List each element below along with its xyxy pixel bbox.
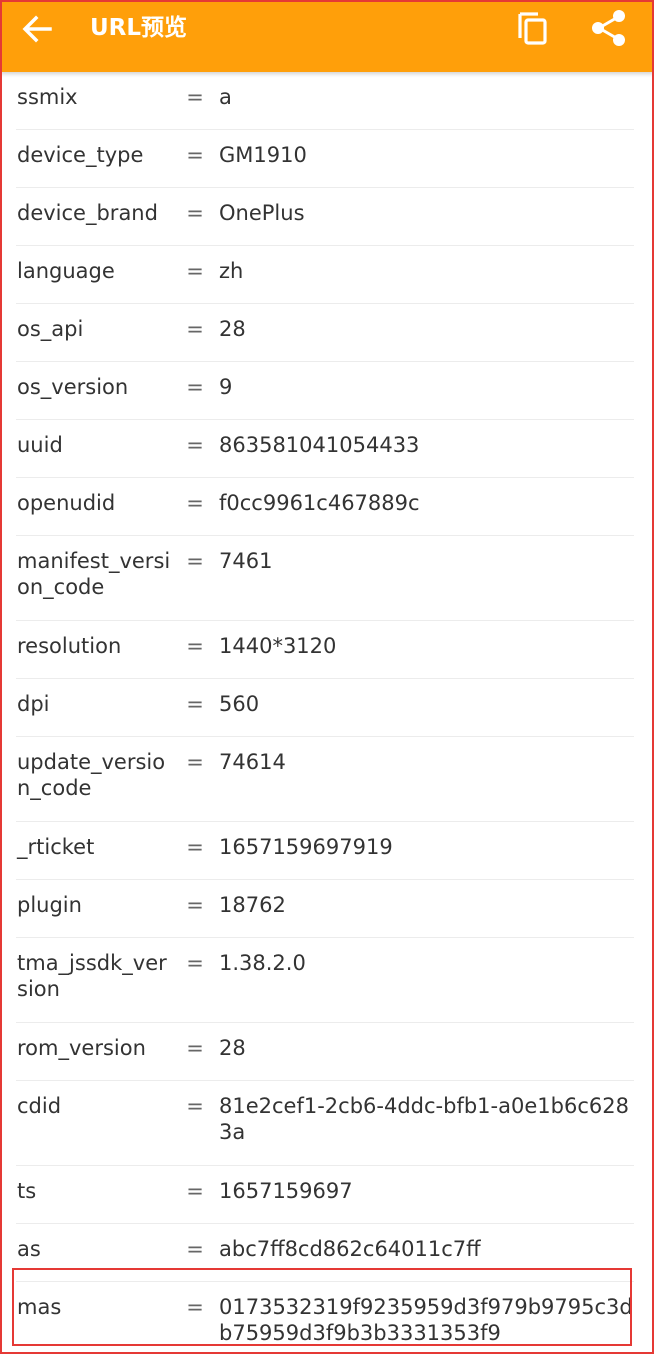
param-row-manifest-version-code[interactable]: manifest_version_code = 7461 <box>16 536 634 621</box>
param-key: _rticket <box>17 835 95 859</box>
param-row-os-api[interactable]: os_api = 28 <box>16 304 634 362</box>
param-value: 1440*3120 <box>219 634 337 658</box>
param-row-update-version-code[interactable]: update_version_code = 74614 <box>16 737 634 822</box>
equals-sign: = <box>186 1179 204 1203</box>
equals-sign: = <box>186 893 204 917</box>
equals-sign: = <box>186 201 204 225</box>
param-key: plugin <box>17 893 82 917</box>
equals-sign: = <box>186 259 204 283</box>
param-row-device-type[interactable]: device_type = GM1910 <box>16 130 634 188</box>
share-icon[interactable] <box>588 6 630 48</box>
param-row-tma-jssdk-version[interactable]: tma_jssdk_version = 1.38.2.0 <box>16 938 634 1023</box>
param-value: a <box>219 85 232 109</box>
param-key: openudid <box>17 491 116 515</box>
param-value: abc7ff8cd862c64011c7ff <box>219 1237 481 1261</box>
param-value: 1657159697919 <box>219 835 393 859</box>
equals-sign: = <box>186 1036 204 1060</box>
param-value: 560 <box>219 692 260 716</box>
param-row-rom-version[interactable]: rom_version = 28 <box>16 1023 634 1081</box>
param-row-language[interactable]: language = zh <box>16 246 634 304</box>
param-row-resolution[interactable]: resolution = 1440*3120 <box>16 621 634 679</box>
param-value: 28 <box>219 317 246 341</box>
param-key: device_brand <box>17 201 158 225</box>
equals-sign: = <box>186 491 204 515</box>
param-value: OnePlus <box>219 201 305 225</box>
param-value: 1.38.2.0 <box>219 951 306 975</box>
equals-sign: = <box>186 692 204 716</box>
param-row-cdid[interactable]: cdid = 81e2cef1-2cb6-4ddc-bfb1-a0e1b6c6283… <box>16 1081 634 1166</box>
param-value: 28 <box>219 1036 246 1060</box>
equals-sign: = <box>186 1237 204 1261</box>
param-key: update_version_code <box>17 750 166 800</box>
param-list: ssmix = a device_type = GM1910 device_brand = On… <box>0 72 654 1357</box>
param-value: f0cc9961c467889c <box>219 491 420 515</box>
param-key: ts <box>17 1179 37 1203</box>
param-key: rom_version <box>17 1036 146 1060</box>
param-row-ssmix[interactable]: ssmix = a <box>16 72 634 130</box>
param-key: language <box>17 259 115 283</box>
back-arrow-icon[interactable] <box>16 8 58 50</box>
equals-sign: = <box>186 750 204 774</box>
param-value: 1657159697 <box>219 1179 353 1203</box>
param-value: GM1910 <box>219 143 307 167</box>
param-row-rticket[interactable]: _rticket = 1657159697919 <box>16 822 634 880</box>
equals-sign: = <box>186 951 204 975</box>
param-key: ssmix <box>17 85 78 109</box>
param-value: 81e2cef1-2cb6-4ddc-bfb1-a0e1b6c6283a <box>219 1094 629 1144</box>
param-key: resolution <box>17 634 122 658</box>
equals-sign: = <box>186 1094 204 1118</box>
param-key: tma_jssdk_version <box>17 951 167 1001</box>
param-row-uuid[interactable]: uuid = 863581041054433 <box>16 420 634 478</box>
param-row-openudid[interactable]: openudid = f0cc9961c467889c <box>16 478 634 536</box>
equals-sign: = <box>186 433 204 457</box>
equals-sign: = <box>186 317 204 341</box>
param-row-as[interactable]: as = abc7ff8cd862c64011c7ff <box>16 1224 634 1282</box>
param-key: device_type <box>17 143 144 167</box>
param-key: mas <box>17 1295 62 1319</box>
equals-sign: = <box>186 1295 204 1319</box>
param-key: uuid <box>17 433 63 457</box>
param-key: dpi <box>17 692 50 716</box>
param-key: manifest_version_code <box>17 549 171 599</box>
copy-icon[interactable] <box>512 6 554 48</box>
equals-sign: = <box>186 549 204 573</box>
param-value: 863581041054433 <box>219 433 420 457</box>
param-key: cdid <box>17 1094 62 1118</box>
equals-sign: = <box>186 375 204 399</box>
param-value: 18762 <box>219 893 286 917</box>
param-key: os_api <box>17 317 84 341</box>
param-value: 7461 <box>219 549 273 573</box>
param-row-device-brand[interactable]: device_brand = OnePlus <box>16 188 634 246</box>
page-title: URL预览 <box>90 15 188 41</box>
param-key: os_version <box>17 375 129 399</box>
param-row-dpi[interactable]: dpi = 560 <box>16 679 634 737</box>
equals-sign: = <box>186 143 204 167</box>
param-key: as <box>17 1237 41 1261</box>
equals-sign: = <box>186 634 204 658</box>
param-row-mas[interactable]: mas = 0173532319f9235959d3f979b9795c3db759… <box>16 1282 634 1357</box>
equals-sign: = <box>186 85 204 109</box>
param-value: 0173532319f9235959d3f979b9795c3db75959d3… <box>219 1295 633 1345</box>
equals-sign: = <box>186 835 204 859</box>
app-bar: URL预览 <box>0 0 654 72</box>
param-value: 9 <box>219 375 233 399</box>
param-value: zh <box>219 259 244 283</box>
param-row-ts[interactable]: ts = 1657159697 <box>16 1166 634 1224</box>
param-value: 74614 <box>219 750 286 774</box>
param-row-os-version[interactable]: os_version = 9 <box>16 362 634 420</box>
param-row-plugin[interactable]: plugin = 18762 <box>16 880 634 938</box>
